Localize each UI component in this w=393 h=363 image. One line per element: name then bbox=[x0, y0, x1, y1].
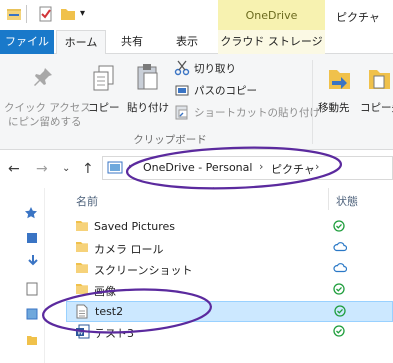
tab-home[interactable]: ホーム bbox=[56, 30, 106, 55]
breadcrumb-chevron-icon[interactable]: › bbox=[128, 160, 132, 173]
file-name: テスト3 bbox=[94, 327, 134, 340]
customize-quick-access-icon[interactable]: ▾ bbox=[80, 8, 85, 19]
recent-locations-chevron-icon[interactable]: ⌄ bbox=[62, 163, 70, 174]
copy-to-button[interactable]: コピー先 bbox=[360, 58, 393, 128]
pin-quick-access-button[interactable]: クイック アクセス にピン留めする bbox=[2, 58, 91, 128]
folder-icon bbox=[75, 261, 89, 277]
title-bar: ▾ OneDrive ピクチャ bbox=[0, 0, 393, 32]
file-name: スクリーンショット bbox=[94, 264, 193, 277]
copy-button[interactable]: コピー bbox=[86, 58, 122, 128]
copy-label: コピー bbox=[88, 102, 120, 114]
scissors-icon bbox=[174, 60, 190, 79]
file-row[interactable]: W テスト3 bbox=[66, 322, 393, 343]
quick-access-star-icon[interactable] bbox=[24, 206, 38, 223]
copy-path-label: パスのコピー bbox=[194, 85, 257, 97]
text-file-icon bbox=[76, 304, 88, 322]
synced-check-icon bbox=[333, 220, 345, 235]
file-name: 画像 bbox=[94, 285, 116, 298]
move-to-icon bbox=[326, 64, 352, 95]
clipboard-group-label: クリップボード bbox=[133, 134, 207, 146]
column-header: ⌃ 名前 状態 bbox=[60, 186, 393, 210]
onedrive-context-header: OneDrive bbox=[218, 0, 325, 32]
ribbon: クイック アクセス にピン留めする コピー 貼り付け 切り取り パスのコピー シ… bbox=[0, 54, 393, 150]
pictures-icon[interactable] bbox=[26, 308, 38, 323]
properties-icon[interactable] bbox=[38, 6, 54, 25]
tab-view[interactable]: 表示 bbox=[162, 30, 212, 54]
folder-icon bbox=[75, 219, 89, 235]
file-name: カメラ ロール bbox=[94, 243, 164, 256]
move-to-label: 移動先 bbox=[318, 102, 350, 114]
move-to-button[interactable]: 移動先 bbox=[318, 58, 356, 128]
copy-icon bbox=[92, 64, 116, 95]
paste-label: 貼り付け bbox=[127, 102, 169, 114]
divider bbox=[26, 5, 27, 23]
sort-chevron-icon: ⌃ bbox=[210, 186, 217, 195]
synced-check-icon bbox=[333, 325, 345, 340]
tab-share[interactable]: 共有 bbox=[112, 30, 152, 54]
file-name: test2 bbox=[95, 305, 124, 318]
column-status[interactable]: 状態 bbox=[336, 193, 358, 209]
new-folder-icon[interactable] bbox=[60, 6, 76, 25]
cut-label: 切り取り bbox=[194, 63, 236, 75]
up-arrow-icon[interactable]: ↑ bbox=[82, 161, 94, 177]
onedrive-context-label: OneDrive bbox=[245, 9, 298, 22]
folder-icon[interactable] bbox=[26, 334, 38, 349]
column-name[interactable]: 名前 bbox=[76, 193, 98, 209]
file-name: Saved Pictures bbox=[94, 220, 176, 233]
paste-button[interactable]: 貼り付け bbox=[124, 58, 170, 128]
paste-shortcut-button[interactable]: ショートカットの貼り付け bbox=[174, 104, 334, 122]
window-title: ピクチャ bbox=[336, 11, 380, 24]
file-row[interactable]: カメラ ロール bbox=[66, 238, 393, 259]
copy-to-label: コピー先 bbox=[360, 102, 393, 114]
copy-to-icon bbox=[366, 64, 392, 95]
cut-button[interactable]: 切り取り bbox=[174, 60, 264, 78]
breadcrumb-onedrive[interactable]: OneDrive - Personal bbox=[143, 161, 252, 174]
column-divider[interactable] bbox=[328, 188, 329, 210]
breadcrumb-pictures[interactable]: ピクチャ bbox=[271, 161, 315, 177]
pictures-location-icon bbox=[107, 161, 123, 178]
back-arrow-icon[interactable]: ← bbox=[8, 161, 20, 177]
pin-label-line1: クイック アクセス bbox=[4, 102, 91, 114]
cloud-only-icon bbox=[333, 241, 348, 255]
word-document-icon: W bbox=[75, 324, 90, 342]
copy-path-button[interactable]: パスのコピー bbox=[174, 82, 274, 100]
explorer-app-icon[interactable] bbox=[6, 6, 22, 25]
synced-check-icon bbox=[334, 305, 346, 320]
address-bar[interactable]: › OneDrive - Personal › ピクチャ › bbox=[102, 156, 393, 180]
forward-arrow-icon[interactable]: → bbox=[36, 161, 48, 177]
tab-cloud-storage[interactable]: クラウド ストレージ bbox=[218, 30, 325, 54]
file-row[interactable]: スクリーンショット bbox=[66, 259, 393, 280]
file-row[interactable]: 画像 bbox=[66, 280, 393, 301]
paste-shortcut-icon bbox=[174, 104, 190, 123]
ribbon-group-separator bbox=[312, 60, 313, 144]
svg-text:W: W bbox=[77, 330, 83, 337]
folder-icon bbox=[75, 240, 89, 256]
synced-check-icon bbox=[333, 283, 345, 298]
breadcrumb-chevron-icon[interactable]: › bbox=[259, 160, 263, 173]
navigation-pane bbox=[0, 188, 45, 363]
downloads-icon[interactable] bbox=[27, 254, 39, 271]
pin-label-line2: にピン留めする bbox=[8, 116, 82, 128]
cloud-only-icon bbox=[333, 262, 348, 276]
folder-icon bbox=[75, 282, 89, 298]
paste-shortcut-label: ショートカットの貼り付け bbox=[194, 107, 320, 119]
file-row[interactable]: test2 bbox=[66, 301, 393, 322]
paste-icon bbox=[136, 62, 160, 95]
ribbon-tabs: ファイル ホーム 共有 表示 クラウド ストレージ bbox=[0, 30, 393, 55]
tab-file[interactable]: ファイル bbox=[0, 30, 54, 54]
desktop-icon[interactable] bbox=[26, 232, 38, 247]
file-row[interactable]: Saved Pictures bbox=[66, 217, 393, 238]
copy-path-icon bbox=[174, 82, 190, 101]
breadcrumb-chevron-icon[interactable]: › bbox=[315, 160, 319, 173]
pin-icon bbox=[32, 66, 54, 93]
documents-icon[interactable] bbox=[26, 282, 38, 299]
